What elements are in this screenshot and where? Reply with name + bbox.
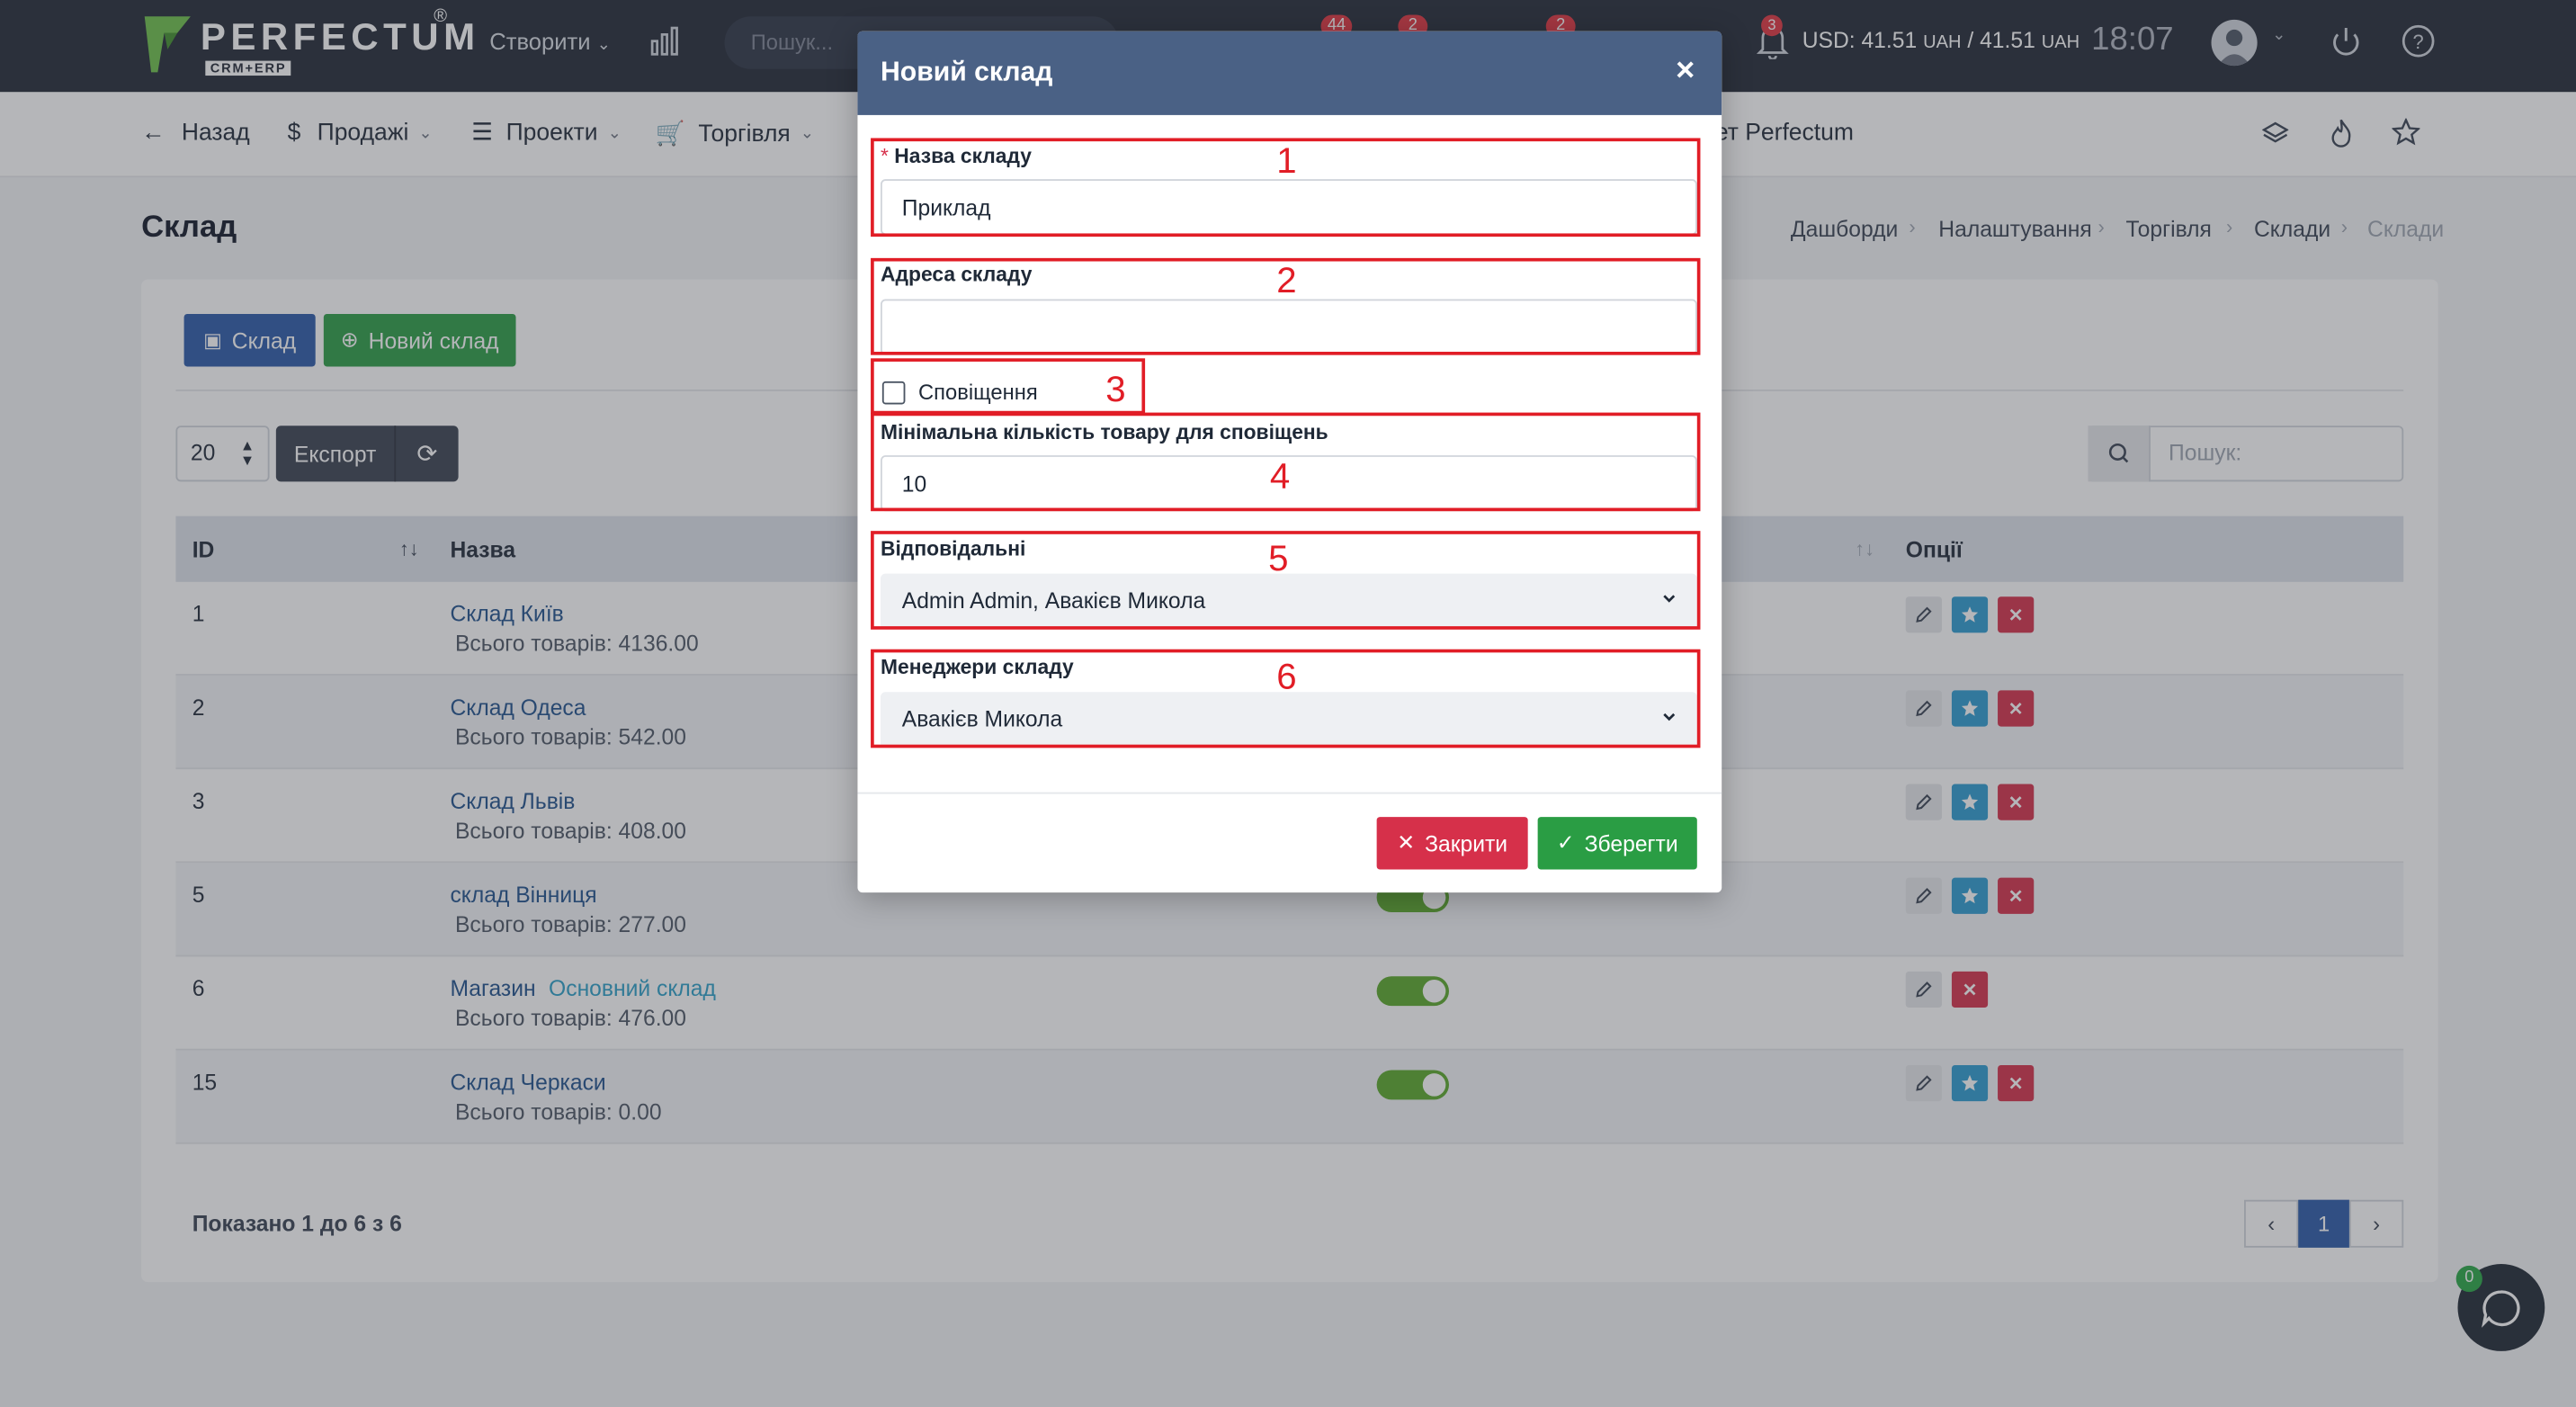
- annotation-number: 2: [1276, 259, 1297, 301]
- annotation-number: 1: [1276, 139, 1297, 181]
- annotation-number: 3: [1105, 368, 1126, 409]
- annotation-number: 5: [1268, 537, 1289, 579]
- new-warehouse-modal: Новий склад × * Назва складу Приклад Адр…: [857, 31, 1722, 893]
- check-icon: ✓: [1556, 829, 1575, 856]
- annotation-number: 6: [1276, 656, 1297, 697]
- save-button-label: Зберегти: [1584, 830, 1678, 856]
- close-button[interactable]: ✕ Закрити: [1376, 817, 1528, 870]
- close-icon[interactable]: ×: [1676, 52, 1695, 90]
- close-button-label: Закрити: [1425, 830, 1508, 856]
- save-button[interactable]: ✓ Зберегти: [1537, 817, 1697, 870]
- modal-title: Новий склад: [881, 57, 1053, 87]
- close-icon: ✕: [1397, 829, 1416, 856]
- annotation-box: [871, 358, 1146, 415]
- annotation-number: 4: [1269, 455, 1291, 497]
- divider: [857, 792, 1722, 794]
